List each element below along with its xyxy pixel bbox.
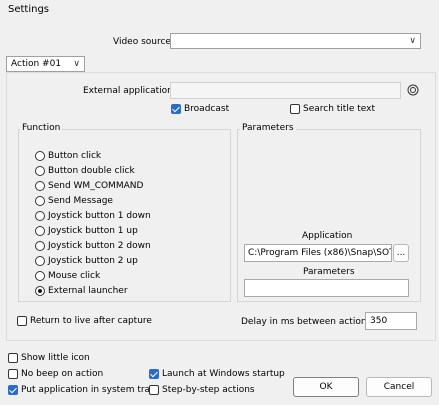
function-option[interactable]: External launcher (35, 286, 128, 296)
broadcast-label: Broadcast (184, 104, 230, 114)
radio-button[interactable] (35, 181, 45, 191)
function-option[interactable]: Mouse click (35, 271, 100, 281)
search-title-checkbox[interactable]: Search title text (290, 104, 375, 114)
action-select[interactable]: Action #01 ∨ (6, 56, 85, 72)
function-option-label: Send WM_COMMAND (48, 181, 144, 191)
return-to-live-checkbox[interactable]: Return to live after capture (17, 316, 152, 326)
function-option-label: Joystick button 2 down (48, 241, 151, 251)
radio-button[interactable] (35, 271, 45, 281)
radio-button[interactable] (35, 226, 45, 236)
step-by-step-checkbox-box[interactable] (149, 385, 159, 395)
search-title-label: Search title text (303, 104, 375, 114)
search-title-checkbox-box[interactable] (290, 104, 300, 114)
radio-button[interactable] (35, 241, 45, 251)
radio-button[interactable] (35, 151, 45, 161)
function-option[interactable]: Joystick button 2 up (35, 256, 138, 266)
title-bar (0, 0, 439, 20)
system-tray-label: Put application in system tray (21, 385, 156, 395)
function-option[interactable]: Joystick button 2 down (35, 241, 151, 251)
action-select-value: Action #01 (11, 59, 62, 69)
launch-startup-checkbox-box[interactable] (149, 369, 159, 379)
return-to-live-label: Return to live after capture (30, 316, 152, 326)
delay-label: Delay in ms between actions: (241, 317, 375, 327)
radio-button[interactable] (35, 166, 45, 176)
show-little-icon-checkbox[interactable]: Show little icon (8, 353, 90, 363)
step-by-step-label: Step-by-step actions (162, 385, 255, 395)
launch-startup-checkbox[interactable]: Launch at Windows startup (149, 369, 285, 379)
function-option-label: Button click (48, 151, 102, 161)
radio-button[interactable] (35, 211, 45, 221)
no-beep-checkbox-box[interactable] (8, 369, 18, 379)
target-icon[interactable] (407, 84, 419, 96)
function-option[interactable]: Send Message (35, 196, 113, 206)
chevron-down-icon: ∨ (73, 59, 80, 69)
show-little-icon-label: Show little icon (21, 353, 90, 363)
function-option[interactable]: Button double click (35, 166, 135, 176)
application-path-value: C:\Program Files (x86)\Snap\SOTAm (248, 248, 391, 258)
function-group-title: Function (20, 123, 63, 133)
radio-button[interactable] (35, 196, 45, 206)
system-tray-checkbox-box[interactable] (8, 385, 18, 395)
application-label: Application (302, 231, 353, 241)
delay-input[interactable]: 350 (365, 312, 417, 330)
system-tray-checkbox[interactable]: Put application in system tray (8, 385, 155, 395)
broadcast-checkbox-box[interactable] (171, 104, 181, 114)
function-option-label: Joystick button 2 up (48, 256, 138, 266)
window-title: Settings (8, 4, 50, 15)
parameters-field[interactable] (244, 279, 409, 297)
function-option-label: External launcher (48, 286, 128, 296)
external-application-field[interactable] (170, 82, 401, 99)
video-source-label: Video source: (113, 37, 174, 47)
broadcast-checkbox[interactable]: Broadcast (171, 104, 229, 114)
browse-button[interactable]: ... (393, 244, 409, 262)
no-beep-label: No beep on action (21, 369, 104, 379)
function-option-label: Joystick button 1 down (48, 211, 151, 221)
launch-startup-label: Launch at Windows startup (162, 369, 285, 379)
external-application-label: External application: (83, 86, 176, 96)
no-beep-checkbox[interactable]: No beep on action (8, 369, 103, 379)
show-little-icon-checkbox-box[interactable] (8, 353, 18, 363)
function-option-label: Joystick button 1 up (48, 226, 138, 236)
ok-button[interactable]: OK (293, 377, 359, 397)
cancel-button[interactable]: Cancel (366, 377, 432, 397)
delay-value: 350 (370, 316, 388, 326)
function-option-label: Button double click (48, 166, 135, 176)
function-option-label: Mouse click (48, 271, 101, 281)
radio-button[interactable] (35, 256, 45, 266)
radio-button-selected[interactable] (35, 286, 45, 296)
function-option[interactable]: Joystick button 1 down (35, 211, 151, 221)
step-by-step-checkbox[interactable]: Step-by-step actions (149, 385, 255, 395)
parameters-group-title: Parameters (240, 123, 296, 133)
chevron-down-icon: ∨ (409, 36, 416, 46)
return-to-live-checkbox-box[interactable] (17, 316, 27, 326)
function-option[interactable]: Send WM_COMMAND (35, 181, 143, 191)
function-option[interactable]: Button click (35, 151, 101, 161)
function-option-label: Send Message (48, 196, 113, 206)
application-path-field[interactable]: C:\Program Files (x86)\Snap\SOTAm (244, 244, 392, 262)
function-option[interactable]: Joystick button 1 up (35, 226, 138, 236)
parameters-label: Parameters (303, 267, 355, 277)
video-source-select[interactable]: ∨ (170, 33, 421, 49)
